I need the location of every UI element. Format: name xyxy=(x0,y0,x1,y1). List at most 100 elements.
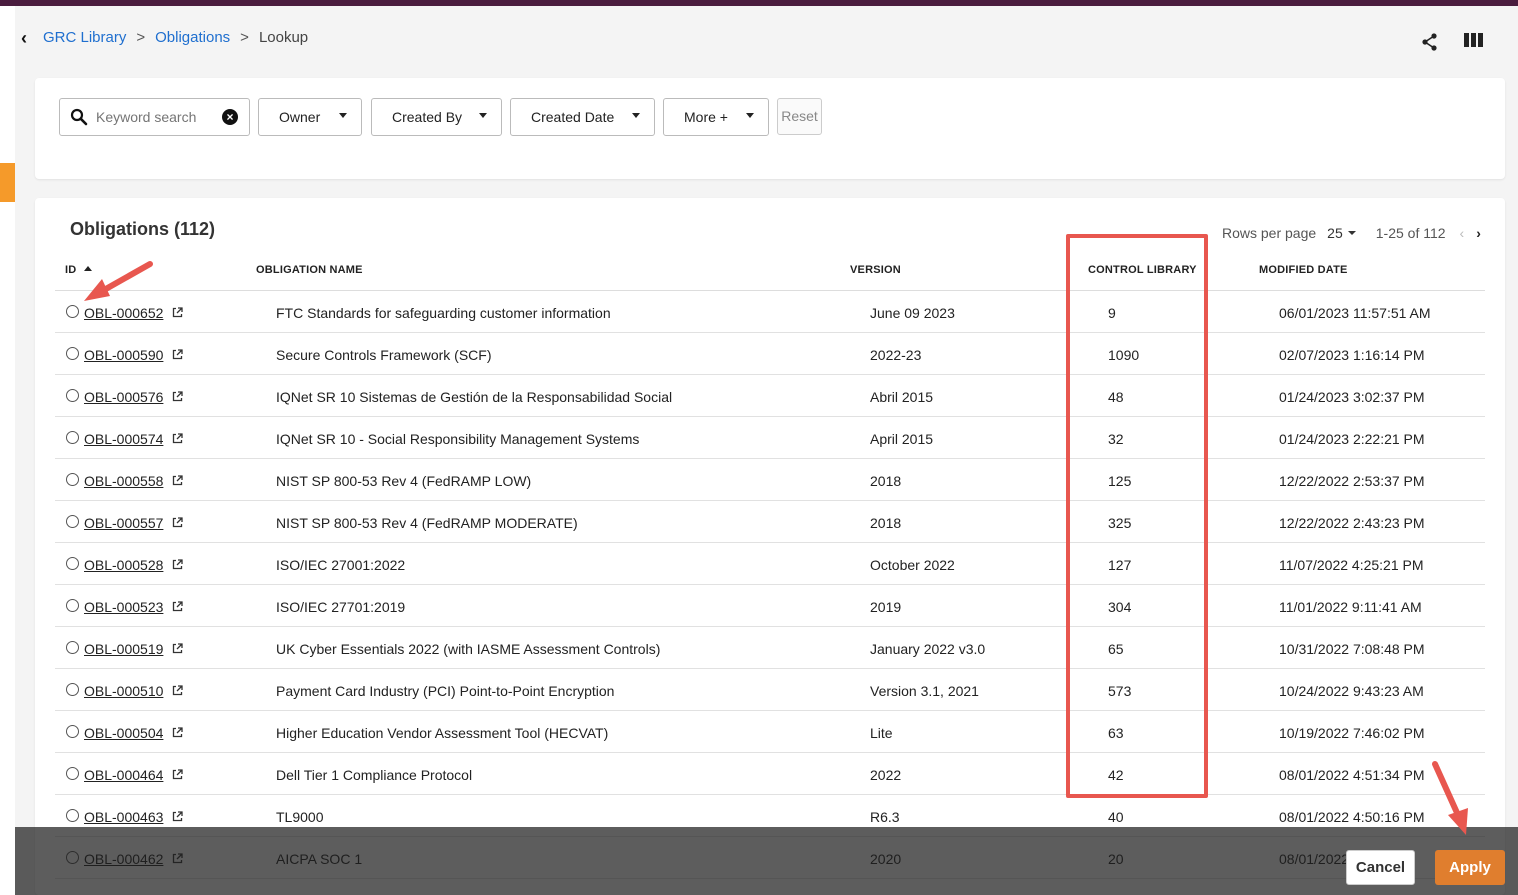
filter-panel: × Owner Created By Created Date More + R… xyxy=(35,78,1505,179)
columns-icon[interactable] xyxy=(1464,33,1484,51)
share-icon[interactable] xyxy=(1420,32,1440,52)
clear-search-icon[interactable]: × xyxy=(222,109,238,125)
modified-date: 12/22/2022 2:43:23 PM xyxy=(1279,515,1425,531)
select-radio[interactable] xyxy=(66,389,79,402)
keyword-search[interactable]: × xyxy=(59,98,250,136)
obligation-id-link[interactable]: OBL-000590 xyxy=(84,347,163,363)
caret-down-icon[interactable] xyxy=(1347,231,1356,235)
version: Version 3.1, 2021 xyxy=(870,683,979,699)
version: October 2022 xyxy=(870,557,955,573)
table-row[interactable]: OBL-000528 ISO/IEC 27001:2022 October 2022… xyxy=(55,543,1485,585)
header-version[interactable]: VERSION xyxy=(850,264,901,276)
select-radio[interactable] xyxy=(66,809,79,822)
prev-page-icon[interactable]: ‹ xyxy=(1460,225,1465,241)
external-link-icon[interactable] xyxy=(172,349,183,360)
external-link-icon[interactable] xyxy=(172,559,183,570)
sort-asc-icon[interactable] xyxy=(84,266,93,271)
select-radio[interactable] xyxy=(66,557,79,570)
more-filter[interactable]: More + xyxy=(663,98,769,136)
obligation-id-link[interactable]: OBL-000463 xyxy=(84,809,163,825)
obligation-id-link[interactable]: OBL-000519 xyxy=(84,641,163,657)
obligation-name: Dell Tier 1 Compliance Protocol xyxy=(276,767,473,783)
obligation-id-link[interactable]: OBL-000510 xyxy=(84,683,163,699)
caret-down-icon xyxy=(479,113,487,118)
external-link-icon[interactable] xyxy=(172,391,183,402)
select-radio[interactable] xyxy=(66,347,79,360)
obligation-id-link[interactable]: OBL-000652 xyxy=(84,305,163,321)
breadcrumb-separator: > xyxy=(136,29,146,46)
table-row[interactable]: OBL-000557 NIST SP 800-53 Rev 4 (FedRAMP … xyxy=(55,501,1485,543)
created-date-filter[interactable]: Created Date xyxy=(510,98,655,136)
obligation-name: NIST SP 800-53 Rev 4 (FedRAMP LOW) xyxy=(276,473,532,489)
obligation-id-link[interactable]: OBL-000557 xyxy=(84,515,163,531)
select-radio[interactable] xyxy=(66,641,79,654)
obligation-id-link[interactable]: OBL-000464 xyxy=(84,767,163,783)
created-by-filter[interactable]: Created By xyxy=(371,98,502,136)
external-link-icon[interactable] xyxy=(172,727,183,738)
apply-button[interactable]: Apply xyxy=(1435,850,1505,885)
obligation-name: TL9000 xyxy=(276,809,324,825)
external-link-icon[interactable] xyxy=(172,307,183,318)
select-radio[interactable] xyxy=(66,473,79,486)
external-link-icon[interactable] xyxy=(172,517,183,528)
breadcrumb-current: Lookup xyxy=(258,29,309,46)
table-row[interactable]: OBL-000504 Higher Education Vendor Assess… xyxy=(55,711,1485,753)
top-bar xyxy=(0,0,1518,6)
select-radio[interactable] xyxy=(66,725,79,738)
back-chevron-icon[interactable]: ‹ xyxy=(14,28,34,48)
reset-button[interactable]: Reset xyxy=(777,98,822,135)
external-link-icon[interactable] xyxy=(172,811,183,822)
side-tab-handle[interactable] xyxy=(0,163,15,202)
breadcrumb-obligations[interactable]: Obligations xyxy=(155,29,230,46)
version: June 09 2023 xyxy=(870,305,955,321)
version: Abril 2015 xyxy=(870,389,934,405)
modified-date: 10/31/2022 7:08:48 PM xyxy=(1279,641,1425,657)
left-strip xyxy=(0,6,15,895)
table-row[interactable]: OBL-000576 IQNet SR 10 Sistemas de Gestió… xyxy=(55,375,1485,417)
external-link-icon[interactable] xyxy=(172,601,183,612)
cancel-button[interactable]: Cancel xyxy=(1346,850,1415,885)
header-id[interactable]: ID xyxy=(65,264,93,276)
table-row[interactable]: OBL-000652 FTC Standards for safeguarding… xyxy=(55,291,1485,333)
table-row[interactable]: OBL-000519 UK Cyber Essentials 2022 (with… xyxy=(55,627,1485,669)
obligation-name: IQNet SR 10 Sistemas de Gestión de la Re… xyxy=(276,389,673,405)
external-link-icon[interactable] xyxy=(172,433,183,444)
select-radio[interactable] xyxy=(66,305,79,318)
select-radio[interactable] xyxy=(66,431,79,444)
select-radio[interactable] xyxy=(66,599,79,612)
external-link-icon[interactable] xyxy=(172,643,183,654)
external-link-icon[interactable] xyxy=(172,769,183,780)
table-row[interactable]: OBL-000523 ISO/IEC 27701:2019 2019 304 11/01… xyxy=(55,585,1485,627)
select-radio[interactable] xyxy=(66,767,79,780)
obligation-id-link[interactable]: OBL-000504 xyxy=(84,725,163,741)
external-link-icon[interactable] xyxy=(172,475,183,486)
table-row[interactable]: OBL-000590 Secure Controls Framework (SCF… xyxy=(55,333,1485,375)
table-row[interactable]: OBL-000574 IQNet SR 10 - Social Responsib… xyxy=(55,417,1485,459)
obligation-id-link[interactable]: OBL-000574 xyxy=(84,431,163,447)
table-row[interactable]: OBL-000558 NIST SP 800-53 Rev 4 (FedRAMP … xyxy=(55,459,1485,501)
table-title: Obligations (112) xyxy=(70,219,216,239)
header-modified-date[interactable]: MODIFIED DATE xyxy=(1259,264,1348,276)
version: January 2022 v3.0 xyxy=(870,641,986,657)
table-row[interactable]: OBL-000464 Dell Tier 1 Compliance Protoco… xyxy=(55,753,1485,795)
rows-per-page-select[interactable]: 25 xyxy=(1327,225,1343,241)
next-page-icon[interactable]: › xyxy=(1476,225,1481,241)
breadcrumb-grc-library[interactable]: GRC Library xyxy=(43,29,126,46)
created-date-filter-label: Created Date xyxy=(531,109,615,125)
select-radio[interactable] xyxy=(66,683,79,696)
select-radio[interactable] xyxy=(66,515,79,528)
obligation-id-link[interactable]: OBL-000576 xyxy=(84,389,163,405)
header-obligation-name[interactable]: OBLIGATION NAME xyxy=(256,264,363,276)
obligation-id-link[interactable]: OBL-000558 xyxy=(84,473,163,489)
modified-date: 11/07/2022 4:25:21 PM xyxy=(1279,557,1424,573)
external-link-icon[interactable] xyxy=(172,685,183,696)
obligation-id-link[interactable]: OBL-000528 xyxy=(84,557,163,573)
obligation-name: UK Cyber Essentials 2022 (with IASME Ass… xyxy=(276,641,661,657)
obligation-id-link[interactable]: OBL-000523 xyxy=(84,599,163,615)
obligation-name: ISO/IEC 27701:2019 xyxy=(276,599,406,615)
modified-date: 08/01/2022 4:51:34 PM xyxy=(1279,767,1425,783)
version: 2018 xyxy=(870,515,902,531)
table-row[interactable]: OBL-000510 Payment Card Industry (PCI) Po… xyxy=(55,669,1485,711)
search-input[interactable] xyxy=(96,109,216,125)
owner-filter[interactable]: Owner xyxy=(258,98,362,136)
